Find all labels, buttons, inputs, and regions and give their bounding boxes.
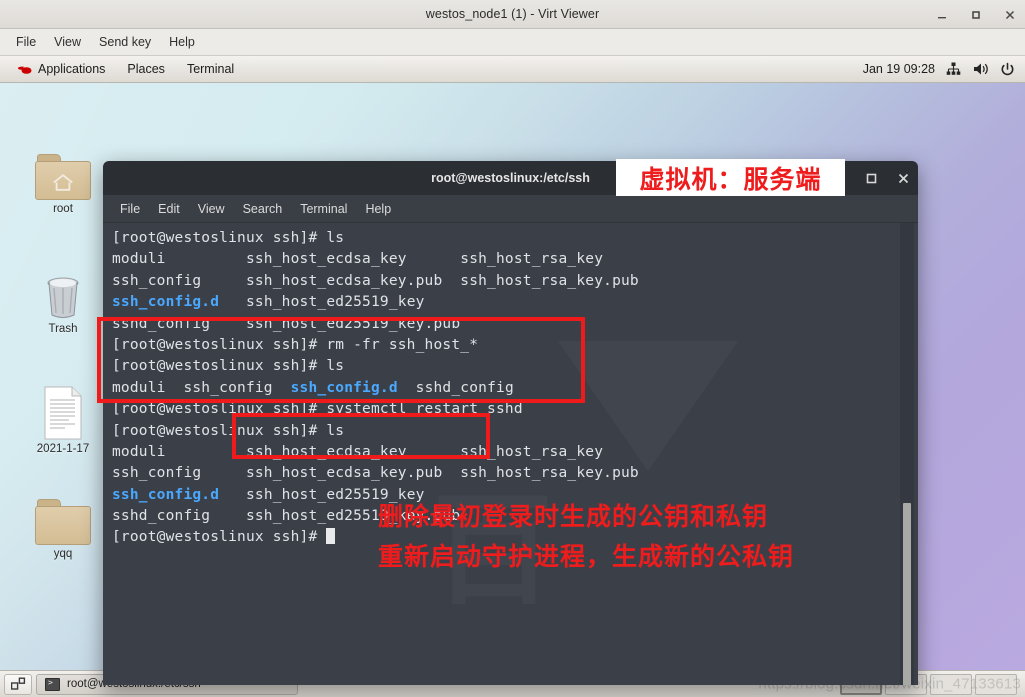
terminal-line: [root@westoslinux ssh]# ls — [112, 356, 639, 377]
desktop-icon-label: Trash — [48, 323, 78, 335]
terminal-text-segment: [root@westoslinux ssh]# rm -fr ssh_host_… — [112, 336, 479, 353]
terminal-text-segment: ssh_config ssh_host_ecdsa_key.pub ssh_ho… — [112, 272, 639, 289]
folder-icon — [35, 499, 91, 545]
desktop-icon-2021-1-17[interactable]: 2021-1-17 — [13, 386, 113, 455]
terminal-window-controls — [864, 161, 910, 195]
annotation-note-line-1: 删除最初登录时生成的公钥和私钥 — [378, 502, 769, 531]
terminal-menubar: File Edit View Search Terminal Help — [103, 195, 918, 223]
terminal-line: ssh_config ssh_host_ecdsa_key.pub ssh_ho… — [112, 463, 639, 484]
menu-file[interactable]: File — [7, 32, 45, 52]
virt-viewer-title: westos_node1 (1) - Virt Viewer — [425, 7, 600, 21]
guest-screen: Applications Places Terminal Jan 19 09:2… — [0, 56, 1025, 697]
gnome-panel-right: Jan 19 09:28 — [863, 61, 1025, 78]
virt-viewer-window: westos_node1 (1) - Virt Viewer File View… — [0, 0, 1025, 697]
terminal-menu-terminal[interactable]: Terminal — [291, 199, 356, 219]
terminal-line: sshd_config ssh_host_ed25519_key.pub — [112, 314, 639, 335]
workspace-4-button[interactable] — [975, 673, 1017, 695]
applications-menu[interactable]: Applications — [6, 58, 115, 81]
close-icon[interactable] — [1001, 6, 1019, 24]
terminal-menu-edit[interactable]: Edit — [149, 199, 189, 219]
terminal-line: moduli ssh_host_ecdsa_key ssh_host_rsa_k… — [112, 442, 639, 463]
redhat-logo-icon — [16, 61, 33, 78]
terminal-text-segment: ssh_config ssh_host_ecdsa_key.pub ssh_ho… — [112, 465, 639, 482]
terminal-text-segment: sshd_config — [397, 379, 514, 396]
power-icon[interactable] — [999, 61, 1016, 78]
home-folder-icon — [35, 154, 91, 200]
desktop-icon-label: yqq — [53, 548, 73, 560]
terminal-window: root@westoslinux:/etc/ssh File Edit View… — [103, 161, 918, 685]
trash-icon — [41, 274, 85, 320]
places-label: Places — [127, 62, 165, 76]
gnome-top-panel: Applications Places Terminal Jan 19 09:2… — [0, 56, 1025, 83]
terminal-line: ssh_config.d ssh_host_ed25519_key — [112, 292, 639, 313]
virt-viewer-menubar: File View Send key Help — [0, 29, 1025, 56]
terminal-text-segment: moduli ssh_config — [112, 379, 291, 396]
minimize-icon[interactable] — [933, 6, 951, 24]
terminal-text-segment: [root@westoslinux ssh]# ls — [112, 358, 345, 375]
terminal-text-segment: [root@westoslinux ssh]# systemctl restar… — [112, 401, 523, 418]
show-desktop-icon[interactable] — [4, 673, 32, 695]
desktop-icon-yqq[interactable]: yqq — [13, 499, 113, 560]
terminal-icon — [45, 677, 60, 691]
terminal-text-segment: [root@westoslinux ssh]# ls — [112, 230, 345, 246]
annotation-title-badge-text: 虚拟机：服务端 — [639, 164, 822, 194]
terminal-scrollbar[interactable] — [900, 223, 914, 685]
terminal-line: [root@westoslinux ssh]# ls — [112, 228, 639, 249]
terminal-line: moduli ssh_config ssh_config.d sshd_conf… — [112, 378, 639, 399]
terminal-text-segment: [root@westoslinux ssh]# ls — [112, 422, 345, 439]
close-icon[interactable] — [896, 171, 910, 185]
home-glyph-icon — [53, 174, 73, 191]
terminal-text-segment: ssh_host_ed25519_key — [219, 294, 425, 311]
terminal-scrollbar-thumb[interactable] — [903, 503, 911, 685]
terminal-line: [root@westoslinux ssh]# rm -fr ssh_host_… — [112, 335, 639, 356]
desktop-icon-label: root — [53, 203, 73, 215]
virt-viewer-window-controls — [933, 0, 1019, 29]
terminal-label: Terminal — [186, 62, 235, 76]
terminal-line: [root@westoslinux ssh]# systemctl restar… — [112, 399, 639, 420]
terminal-directory-name: ssh_config.d — [112, 294, 220, 311]
terminal-menu-entry[interactable]: Terminal — [177, 59, 244, 79]
volume-icon[interactable] — [972, 61, 989, 78]
places-menu[interactable]: Places — [117, 59, 175, 79]
desktop-icon-label: 2021-1-17 — [36, 443, 90, 455]
virt-viewer-titlebar: westos_node1 (1) - Virt Viewer — [0, 0, 1025, 29]
desktop-icon-root[interactable]: root — [13, 154, 113, 215]
gnome-panel-left: Applications Places Terminal — [0, 58, 244, 81]
terminal-text-segment: moduli ssh_host_ecdsa_key ssh_host_rsa_k… — [112, 251, 604, 268]
terminal-directory-name: ssh_config.d — [112, 486, 220, 503]
terminal-text-segment: sshd_config ssh_host_ed25519_key.pub — [112, 315, 461, 332]
menu-send-key[interactable]: Send key — [90, 32, 160, 52]
clock[interactable]: Jan 19 09:28 — [863, 62, 935, 76]
terminal-text-segment: [root@westoslinux ssh]# — [112, 529, 327, 546]
terminal-menu-view[interactable]: View — [189, 199, 234, 219]
terminal-text-segment: moduli ssh_host_ecdsa_key ssh_host_rsa_k… — [112, 443, 604, 460]
terminal-menu-file[interactable]: File — [111, 199, 149, 219]
menu-view[interactable]: View — [45, 32, 90, 52]
annotation-title-badge: 虚拟机：服务端 — [616, 159, 845, 196]
terminal-line: [root@westoslinux ssh]# ls — [112, 421, 639, 442]
network-icon[interactable] — [945, 61, 962, 78]
terminal-menu-help[interactable]: Help — [356, 199, 400, 219]
applications-label: Applications — [38, 62, 106, 76]
terminal-directory-name: ssh_config.d — [290, 379, 398, 396]
terminal-cursor — [326, 528, 336, 545]
maximize-icon[interactable] — [864, 171, 878, 185]
terminal-menu-search[interactable]: Search — [234, 199, 292, 219]
terminal-line: moduli ssh_host_ecdsa_key ssh_host_rsa_k… — [112, 249, 639, 270]
desktop-icon-trash[interactable]: Trash — [13, 274, 113, 335]
workspace-3-button[interactable] — [930, 673, 972, 695]
menu-help[interactable]: Help — [160, 32, 204, 52]
document-icon — [41, 386, 85, 440]
annotation-note-line-2: 重新启动守护进程，生成新的公私钥 — [378, 542, 795, 571]
maximize-icon[interactable] — [967, 6, 985, 24]
terminal-output-area[interactable]: 百 [root@westoslinux ssh]# lsmoduli ssh_h… — [103, 223, 918, 685]
terminal-line: ssh_config ssh_host_ecdsa_key.pub ssh_ho… — [112, 271, 639, 292]
terminal-title: root@westoslinux:/etc/ssh — [431, 171, 590, 185]
